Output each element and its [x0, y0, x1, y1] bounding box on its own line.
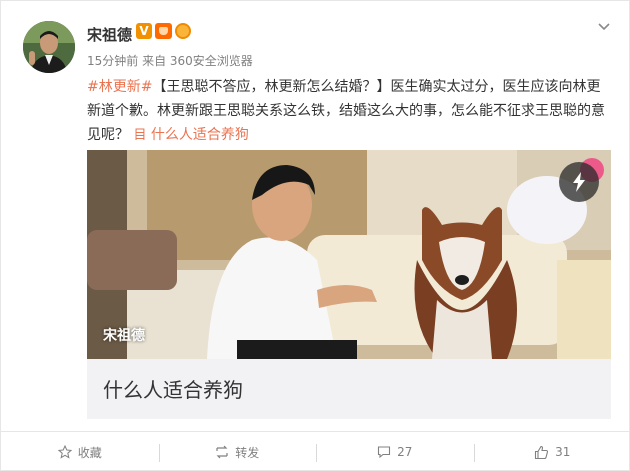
avatar[interactable] — [23, 21, 75, 73]
verified-v-icon[interactable]: V — [136, 23, 152, 39]
repost-label: 转发 — [235, 445, 260, 460]
thumbs-up-icon — [535, 445, 549, 459]
post-meta: 15分钟前 来自 360安全浏览器 — [87, 54, 253, 68]
repost-icon — [216, 445, 228, 459]
media-image[interactable]: 宋祖德 — [87, 150, 611, 359]
image-watermark: 宋祖德 — [103, 328, 145, 344]
star-icon — [57, 445, 72, 459]
chevron-down-icon[interactable] — [597, 19, 611, 33]
vip-crown-icon[interactable] — [155, 23, 172, 39]
post-text: #林更新#【王思聪不答应，林更新怎么结婚？】医生确实太过分，医生应该向林更新道个… — [87, 75, 607, 148]
comment-count: 27 — [397, 445, 413, 459]
weibo-post-card: 宋祖德 V 15分钟前 来自 360安全浏览器 #林更新#【王思聪不答应，林更新… — [0, 0, 630, 471]
user-badges: V — [136, 23, 191, 39]
username[interactable]: 宋祖德 — [87, 24, 132, 45]
comment-button[interactable]: 27 — [316, 432, 474, 471]
lightning-icon[interactable] — [559, 162, 599, 202]
article-card-title: 什么人适合养狗 — [103, 378, 243, 402]
repost-button[interactable]: 转发 — [158, 432, 317, 471]
topic-tag[interactable]: #林更新# — [87, 79, 152, 95]
like-count: 31 — [555, 445, 571, 459]
article-card-title-bar[interactable]: 什么人适合养狗 — [87, 359, 611, 419]
comment-icon — [378, 446, 391, 459]
article-link[interactable]: 什么人适合养狗 — [151, 127, 249, 143]
action-bar: 收藏 转发 27 31 — [1, 431, 630, 471]
fan-club-icon[interactable] — [175, 23, 191, 39]
favorite-button[interactable]: 收藏 — [1, 432, 159, 471]
like-button[interactable]: 31 — [473, 432, 630, 471]
article-link-icon[interactable]: 目 — [133, 128, 146, 143]
favorite-label: 收藏 — [77, 445, 102, 460]
